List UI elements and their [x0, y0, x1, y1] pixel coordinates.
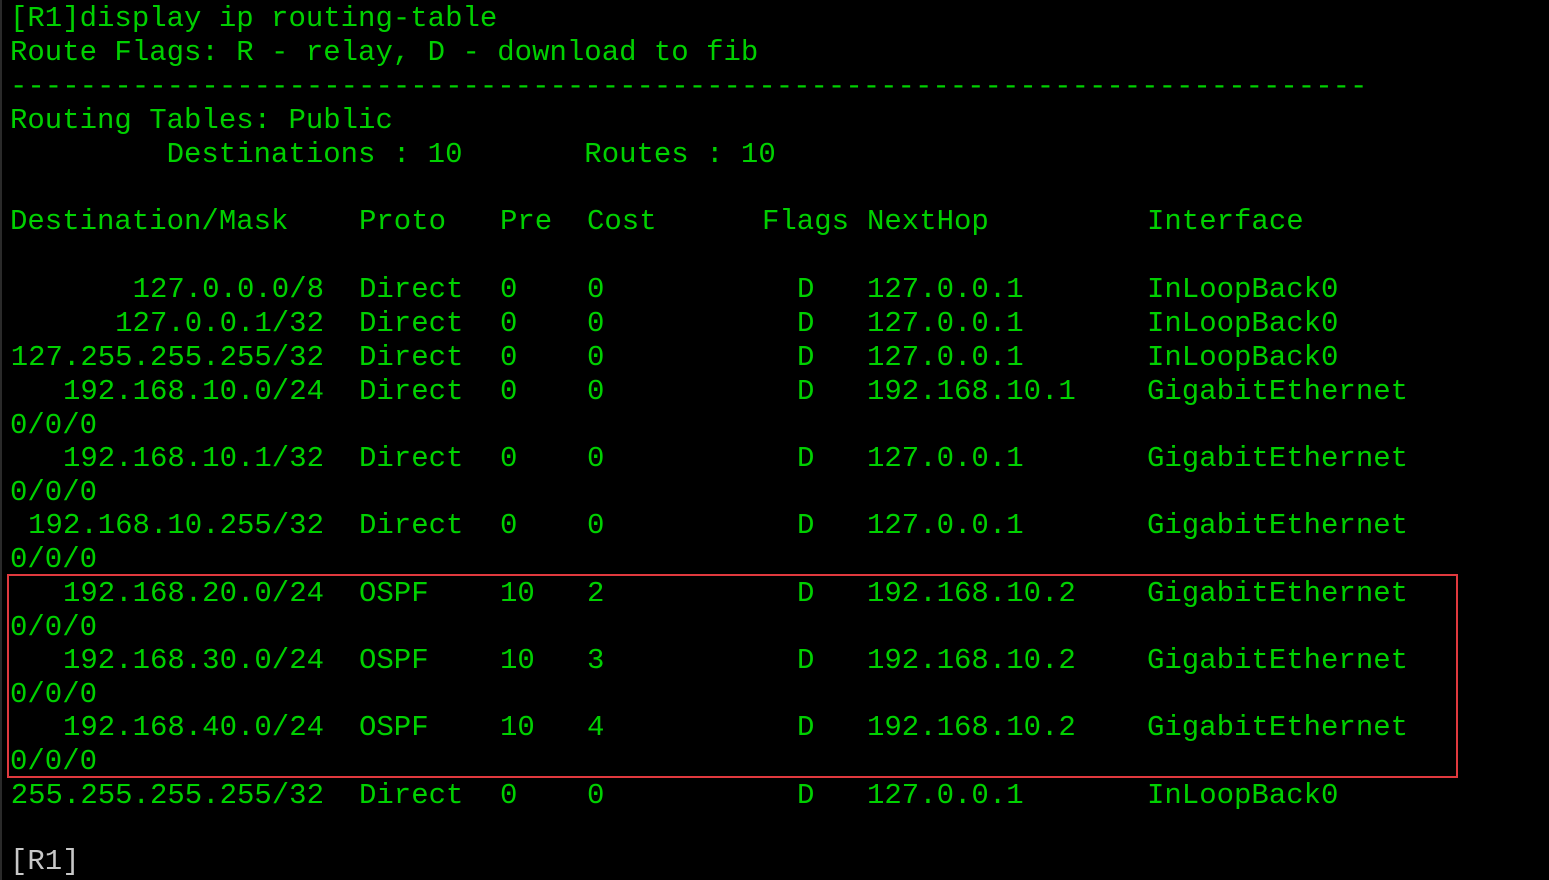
routing-tables-title: Routing Tables: Public: [10, 104, 393, 137]
route-flags: D: [797, 341, 815, 374]
route-proto: Direct: [359, 779, 464, 812]
route-destination: 192.168.10.255/32: [28, 509, 324, 542]
route-nexthop: 192.168.10.1: [867, 375, 1076, 408]
ospf-routes-highlight: [7, 574, 1458, 778]
terminal-window[interactable]: [R1]display ip routing-table Route Flags…: [0, 0, 1549, 880]
route-cost: 0: [587, 375, 605, 408]
route-flags: D: [797, 509, 815, 542]
route-proto: Direct: [359, 307, 464, 340]
header-flags: Flags: [762, 205, 850, 238]
route-flags: D: [797, 442, 815, 475]
route-flags: D: [797, 779, 815, 812]
route-preference: 0: [500, 779, 518, 812]
route-flags: D: [797, 273, 815, 306]
routes-summary: Destinations : 10 Routes : 10: [10, 138, 776, 171]
cli-prompt[interactable]: [R1]: [10, 845, 80, 879]
route-interface: GigabitEthernet: [1147, 509, 1409, 542]
route-preference: 0: [500, 442, 518, 475]
route-interface-continued: 0/0/0: [10, 476, 98, 509]
command-line: [R1]display ip routing-table: [10, 2, 498, 35]
route-interface: GigabitEthernet: [1147, 442, 1409, 475]
route-preference: 0: [500, 375, 518, 408]
route-cost: 0: [587, 307, 605, 340]
separator-line: ----------------------------------------…: [10, 70, 1368, 103]
route-cost: 0: [587, 341, 605, 374]
route-cost: 0: [587, 442, 605, 475]
route-interface: GigabitEthernet: [1147, 375, 1409, 408]
route-destination: 192.168.10.0/24: [62, 375, 324, 408]
route-destination: 192.168.10.1/32: [62, 442, 324, 475]
route-nexthop: 127.0.0.1: [867, 273, 1024, 306]
route-preference: 0: [500, 307, 518, 340]
route-nexthop: 127.0.0.1: [867, 341, 1024, 374]
route-proto: Direct: [359, 375, 464, 408]
route-proto: Direct: [359, 273, 464, 306]
route-interface: InLoopBack0: [1147, 307, 1339, 340]
route-cost: 0: [587, 779, 605, 812]
route-nexthop: 127.0.0.1: [867, 442, 1024, 475]
header-proto: Proto: [359, 205, 447, 238]
route-nexthop: 127.0.0.1: [867, 779, 1024, 812]
route-flags: D: [797, 375, 815, 408]
route-proto: Direct: [359, 442, 464, 475]
route-nexthop: 127.0.0.1: [867, 307, 1024, 340]
route-destination: 127.255.255.255/32: [10, 341, 324, 374]
route-preference: 0: [500, 341, 518, 374]
route-interface-continued: 0/0/0: [10, 409, 98, 442]
route-interface-continued: 0/0/0: [10, 543, 98, 576]
route-flags-line: Route Flags: R - relay, D - download to …: [10, 36, 759, 69]
header-nexthop: NextHop: [867, 205, 989, 238]
route-destination: 255.255.255.255/32: [10, 779, 324, 812]
route-interface: InLoopBack0: [1147, 341, 1339, 374]
route-destination: 127.0.0.0/8: [132, 273, 324, 306]
route-interface: InLoopBack0: [1147, 273, 1339, 306]
header-pre: Pre: [500, 205, 553, 238]
header-cost: Cost: [587, 205, 657, 238]
route-interface: InLoopBack0: [1147, 779, 1339, 812]
route-proto: Direct: [359, 341, 464, 374]
route-proto: Direct: [359, 509, 464, 542]
route-preference: 0: [500, 273, 518, 306]
route-flags: D: [797, 307, 815, 340]
header-destination: Destination/Mask: [10, 205, 289, 238]
route-destination: 127.0.0.1/32: [115, 307, 324, 340]
header-interface: Interface: [1147, 205, 1304, 238]
route-nexthop: 127.0.0.1: [867, 509, 1024, 542]
route-preference: 0: [500, 509, 518, 542]
route-cost: 0: [587, 509, 605, 542]
route-cost: 0: [587, 273, 605, 306]
